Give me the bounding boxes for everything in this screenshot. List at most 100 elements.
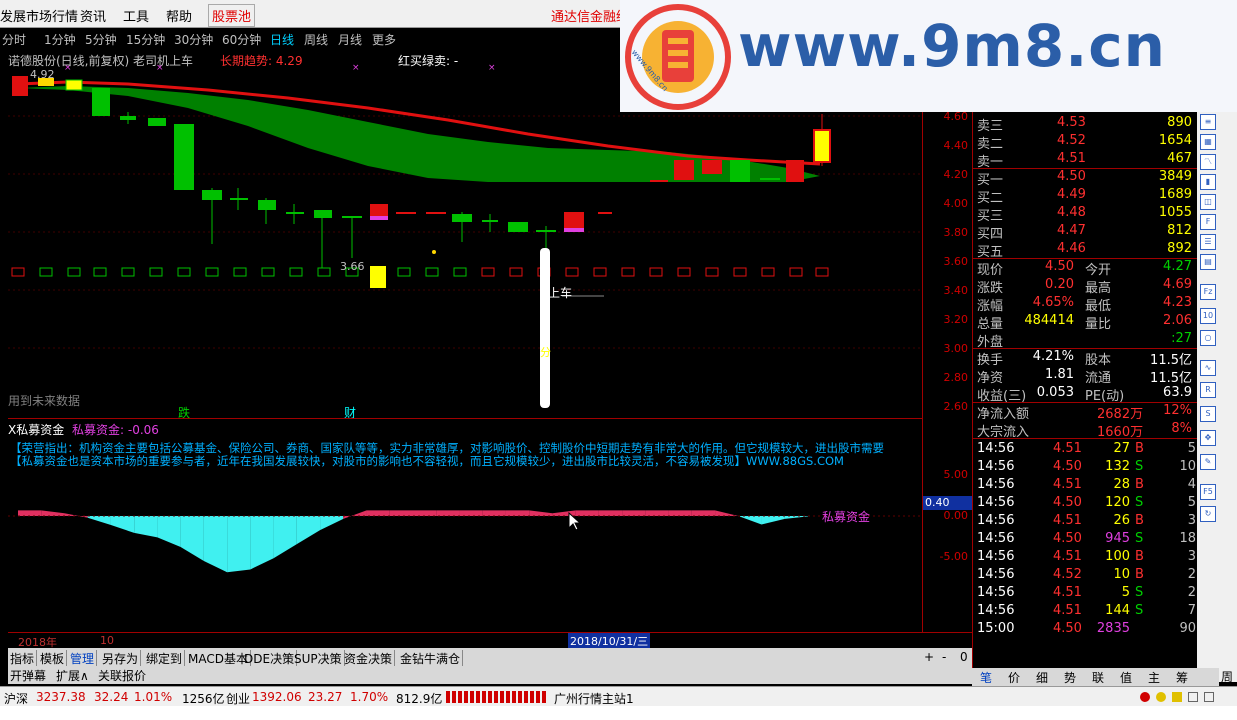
tick-time: 15:00 — [977, 621, 1015, 636]
tick-count: 7 — [1187, 603, 1196, 618]
tick-row: 14:56 4.51 27 B 5 — [973, 440, 1198, 458]
user-icon[interactable] — [1172, 692, 1182, 702]
qtab-detail[interactable]: 细 — [1036, 669, 1048, 686]
qtab-chip[interactable]: 筹 — [1176, 669, 1188, 686]
flow-pct: 8% — [1171, 421, 1192, 436]
tab-sup[interactable]: SUP决策 — [292, 650, 345, 667]
f10-icon[interactable]: F — [1200, 214, 1216, 230]
pencil-icon[interactable]: ✎ — [1200, 454, 1216, 470]
tick-time: 14:56 — [977, 477, 1015, 492]
tab-saveas[interactable]: 另存为 — [100, 650, 142, 667]
qtab-link[interactable]: 联 — [1092, 669, 1104, 686]
tick-price: 4.50 — [1053, 531, 1082, 546]
tick-count: 10 — [1179, 459, 1196, 474]
refresh-icon[interactable]: ↻ — [1200, 506, 1216, 522]
period-tab-month[interactable]: 月线 — [338, 31, 362, 48]
kline-icon[interactable]: ▮ — [1200, 174, 1216, 190]
period-tab-5min[interactable]: 5分钟 — [85, 31, 117, 48]
tick-count: 18 — [1179, 531, 1196, 546]
s-icon[interactable]: S — [1200, 406, 1216, 422]
promo-link[interactable]: 通达信金融终 — [551, 6, 629, 25]
fund-area-segment — [761, 516, 785, 525]
signal-markers — [11, 267, 829, 277]
period-tab-minute[interactable]: 分时 — [2, 31, 26, 48]
qtab-price[interactable]: 价 — [1008, 669, 1020, 686]
move-icon[interactable]: ✥ — [1200, 430, 1216, 446]
period-tab-30min[interactable]: 30分钟 — [174, 31, 213, 48]
window-icon[interactable] — [1188, 692, 1198, 702]
settings-icon[interactable] — [1204, 692, 1214, 702]
trend-icon[interactable]: 〽 — [1200, 154, 1216, 170]
server-label[interactable]: 广州行情主站1 — [554, 690, 634, 707]
news-icon[interactable]: ☰ — [1200, 234, 1216, 250]
tab-dde[interactable]: DDE决策 — [242, 650, 298, 667]
list-icon[interactable]: ≡ — [1200, 114, 1216, 130]
menu-item-news[interactable]: 资讯 — [80, 6, 106, 25]
tick-count: 2 — [1187, 567, 1196, 582]
qtab-trend[interactable]: 势 — [1064, 669, 1076, 686]
menu-item-tools[interactable]: 工具 — [123, 6, 149, 25]
tab-manage[interactable]: 管理 — [68, 650, 98, 667]
tick-row: 14:56 4.51 144 S 7 — [973, 602, 1198, 620]
fund-area-segment — [459, 510, 483, 516]
sh-index-label[interactable]: 沪深 — [4, 690, 28, 707]
tab-bindto[interactable]: 绑定到 — [144, 650, 186, 667]
date-bar: 2018年 10 2018/10/31/三 — [8, 632, 972, 649]
doc-icon[interactable]: ▤ — [1200, 254, 1216, 270]
period-tab-day[interactable]: 日线 — [270, 31, 294, 48]
ask-price: 4.52 — [1057, 133, 1086, 148]
stat-value: :27 — [1171, 331, 1192, 346]
tick-count: 5 — [1187, 495, 1196, 510]
zoom-out-button[interactable]: - — [940, 650, 948, 664]
related-quote-button[interactable]: 关联报价 — [98, 667, 146, 684]
menu-item-help[interactable]: 帮助 — [166, 6, 192, 25]
zoom-reset-button[interactable]: 0 — [958, 650, 970, 664]
f10-alt-icon[interactable]: 10 — [1200, 308, 1216, 324]
tick-count: 3 — [1187, 549, 1196, 564]
bid-price: 4.50 — [1057, 169, 1086, 184]
chart-icon[interactable]: ◫ — [1200, 194, 1216, 210]
price-tick: 2.60 — [943, 400, 969, 413]
qtab-trade[interactable]: 笔 — [980, 669, 992, 686]
period-week-label[interactable]: 周 — [1221, 668, 1233, 685]
period-tab-1min[interactable]: 1分钟 — [44, 31, 76, 48]
period-tab-more[interactable]: 更多 — [372, 31, 396, 48]
sh-index-pct: 1.01% — [134, 690, 173, 704]
tick-count: 4 — [1187, 477, 1196, 492]
price-tick: 3.60 — [943, 255, 969, 268]
bid-row: 买一 4.50 3849 — [973, 168, 1198, 188]
price-tick: 4.20 — [943, 168, 969, 181]
stat-value: 4.23 — [1163, 295, 1192, 310]
grid-icon[interactable]: ▦ — [1200, 134, 1216, 150]
tab-indicator[interactable]: 指标 — [8, 650, 38, 667]
circle-icon[interactable]: ○ — [1200, 330, 1216, 346]
period-tab-15min[interactable]: 15分钟 — [126, 31, 165, 48]
period-tab-week[interactable]: 周线 — [304, 31, 328, 48]
f5-icon[interactable]: F5 — [1200, 484, 1216, 500]
cy-index-label[interactable]: 创业 — [226, 690, 250, 707]
qtab-value[interactable]: 值 — [1120, 669, 1132, 686]
rsi-icon[interactable]: R — [1200, 382, 1216, 398]
tick-row: 14:56 4.51 5 S 2 — [973, 584, 1198, 602]
tick-time: 14:56 — [977, 441, 1015, 456]
expand-button[interactable]: 扩展∧ — [56, 667, 89, 684]
qtab-main[interactable]: 主 — [1148, 669, 1160, 686]
tab-fund[interactable]: 资金决策 — [342, 650, 396, 667]
ask-row: 卖二 4.52 1654 — [973, 132, 1198, 152]
record-icon[interactable] — [1140, 692, 1150, 702]
fz-icon[interactable]: Fz — [1200, 284, 1216, 300]
lock-icon[interactable] — [1156, 692, 1166, 702]
danmaku-button[interactable]: 开弹幕 — [10, 667, 46, 684]
stockpool-button[interactable]: 股票池 — [208, 4, 256, 27]
flow-row: 净流入额 2682万 12% — [973, 402, 1198, 422]
zoom-in-button[interactable]: + — [922, 650, 936, 664]
period-tab-60min[interactable]: 60分钟 — [222, 31, 261, 48]
stat-value: 4.50 — [1045, 259, 1074, 274]
private-fund-chart[interactable]: 【荣营指出：机构资金主要包括公募基金、保险公司、券商、国家队等等，实力非常雄厚，… — [8, 436, 922, 632]
tab-gold[interactable]: 金钻牛满仓 — [398, 650, 464, 667]
market-breadth-bar — [446, 691, 546, 703]
menu-item-market[interactable]: 发展市场行情 — [0, 6, 78, 25]
wave-icon[interactable]: ∿ — [1200, 360, 1216, 376]
bid-volume: 812 — [1167, 223, 1192, 238]
tab-template[interactable]: 模板 — [38, 650, 68, 667]
